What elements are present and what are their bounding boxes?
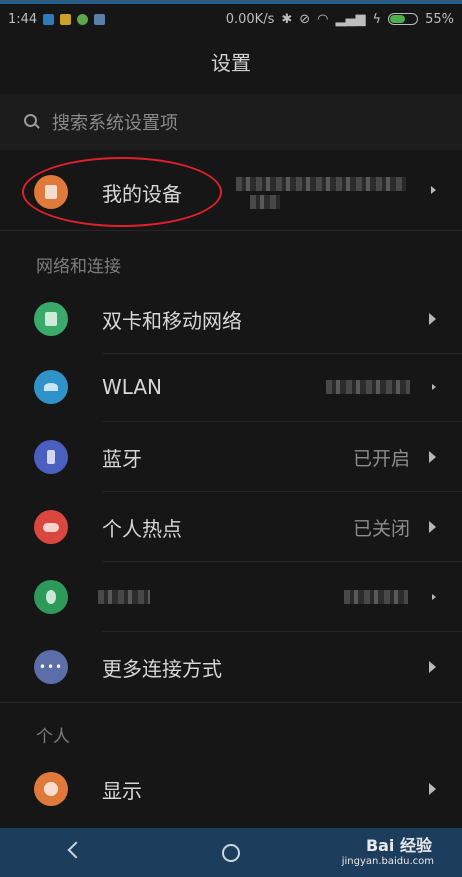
chevron-right-icon (429, 661, 436, 673)
item-value-redacted (344, 590, 408, 604)
section-network-title: 网络和连接 (36, 257, 121, 277)
list-item-hotspot[interactable]: 个人热点 已关闭 (0, 492, 462, 562)
wifi-status-icon: ◠ (317, 11, 329, 27)
status-time: 1:44 (8, 11, 38, 27)
chevron-right-icon (432, 594, 436, 600)
bluetooth-icon (34, 440, 68, 474)
section-divider (0, 702, 462, 703)
chevron-right-icon (429, 313, 436, 325)
watermark-brand: Bai 经验 (365, 836, 432, 855)
search-bar[interactable]: 搜索系统设置项 (0, 94, 462, 150)
bluetooth-status-icon: ✱ (281, 11, 293, 27)
item-label: 蓝牙 (102, 446, 142, 471)
status-bar: 1:44 0.00K/s ✱ ⊘ ◠ ▂▄▆ ϟ 55% (0, 4, 462, 34)
net-speed: 0.00K/s (225, 11, 275, 27)
vpn-icon (34, 580, 68, 614)
list-item-redacted[interactable] (0, 562, 462, 632)
wlan-name-redacted (326, 380, 410, 394)
chevron-right-icon (432, 384, 436, 390)
notification-icon (43, 13, 55, 25)
app-notification-icon (94, 13, 106, 25)
display-icon (34, 772, 68, 806)
list-item-bluetooth[interactable]: 蓝牙 已开启 (0, 422, 462, 492)
item-label: 更多连接方式 (102, 656, 222, 681)
chevron-right-icon (431, 186, 436, 194)
sim-icon (34, 302, 68, 336)
back-icon[interactable] (67, 841, 85, 859)
device-name-redacted-2 (250, 195, 280, 209)
list-item-display[interactable]: 显示 (0, 754, 462, 824)
navigation-bar: Bai 经验 jingyan.baidu.com (0, 828, 462, 877)
more-icon: ••• (34, 650, 68, 684)
alarm-off-icon: ⊘ (299, 11, 311, 27)
battery-percent: 55% (425, 11, 454, 27)
item-label: 显示 (102, 778, 142, 803)
message-icon (60, 13, 72, 25)
watermark-url: jingyan.baidu.com (341, 856, 434, 867)
item-label-redacted (98, 590, 150, 604)
charging-icon: ϟ (372, 11, 382, 27)
section-divider (0, 230, 462, 231)
page-title: 设置 (211, 51, 251, 75)
list-item-dual-sim[interactable]: 双卡和移动网络 (0, 284, 462, 354)
chevron-right-icon (429, 521, 436, 533)
item-value: 已关闭 (352, 517, 410, 540)
android-icon (77, 13, 89, 25)
signal-icon: ▂▄▆ (335, 11, 366, 27)
item-label: 个人热点 (102, 516, 182, 541)
item-label: WLAN (102, 375, 163, 399)
home-icon[interactable] (222, 844, 240, 862)
section-personal-title: 个人 (36, 727, 70, 747)
search-placeholder: 搜索系统设置项 (52, 113, 178, 134)
list-item-more-connections[interactable]: ••• 更多连接方式 (0, 632, 462, 702)
search-icon (24, 114, 40, 130)
hotspot-icon (34, 510, 68, 544)
device-name-redacted (236, 177, 406, 191)
chevron-right-icon (429, 451, 436, 463)
chevron-right-icon (429, 783, 436, 795)
wifi-icon (34, 370, 68, 404)
item-label: 双卡和移动网络 (102, 308, 242, 333)
highlight-annotation (22, 157, 222, 227)
battery-icon (388, 13, 419, 25)
list-item-wlan[interactable]: WLAN (0, 352, 462, 422)
item-value: 已开启 (352, 447, 410, 470)
